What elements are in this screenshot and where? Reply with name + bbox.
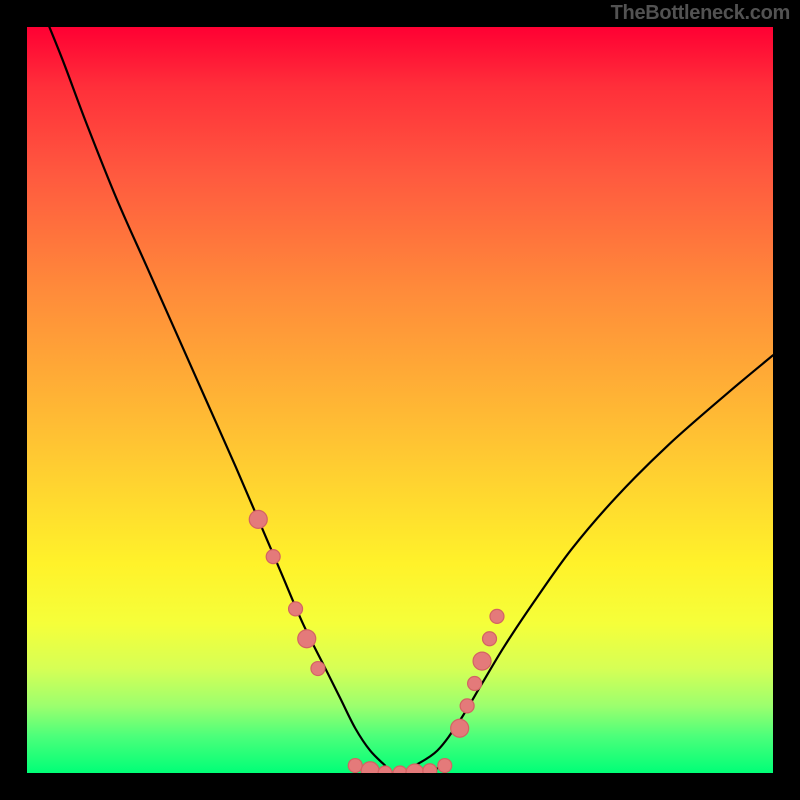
marker-point [298, 630, 316, 648]
marker-point [266, 550, 280, 564]
marker-point [460, 699, 474, 713]
marker-point [423, 764, 437, 773]
marker-point [473, 652, 491, 670]
chart-frame: TheBottleneck.com [0, 0, 800, 800]
plot-area [27, 27, 773, 773]
watermark-label: TheBottleneck.com [611, 2, 790, 25]
curves-svg [27, 27, 773, 773]
series-bottom-flat [355, 766, 445, 773]
marker-point [406, 764, 424, 773]
curve-group [49, 27, 773, 773]
marker-point [348, 759, 362, 773]
marker-point [249, 510, 267, 528]
marker-group [249, 510, 504, 773]
marker-point [289, 602, 303, 616]
marker-point [490, 609, 504, 623]
marker-point [483, 632, 497, 646]
marker-point [311, 662, 325, 676]
marker-point [393, 766, 407, 773]
marker-point [438, 759, 452, 773]
marker-point [468, 676, 482, 690]
marker-point [361, 762, 379, 773]
series-left-curve [49, 27, 385, 766]
marker-point [378, 766, 392, 773]
marker-point [451, 719, 469, 737]
series-right-curve [415, 355, 773, 765]
